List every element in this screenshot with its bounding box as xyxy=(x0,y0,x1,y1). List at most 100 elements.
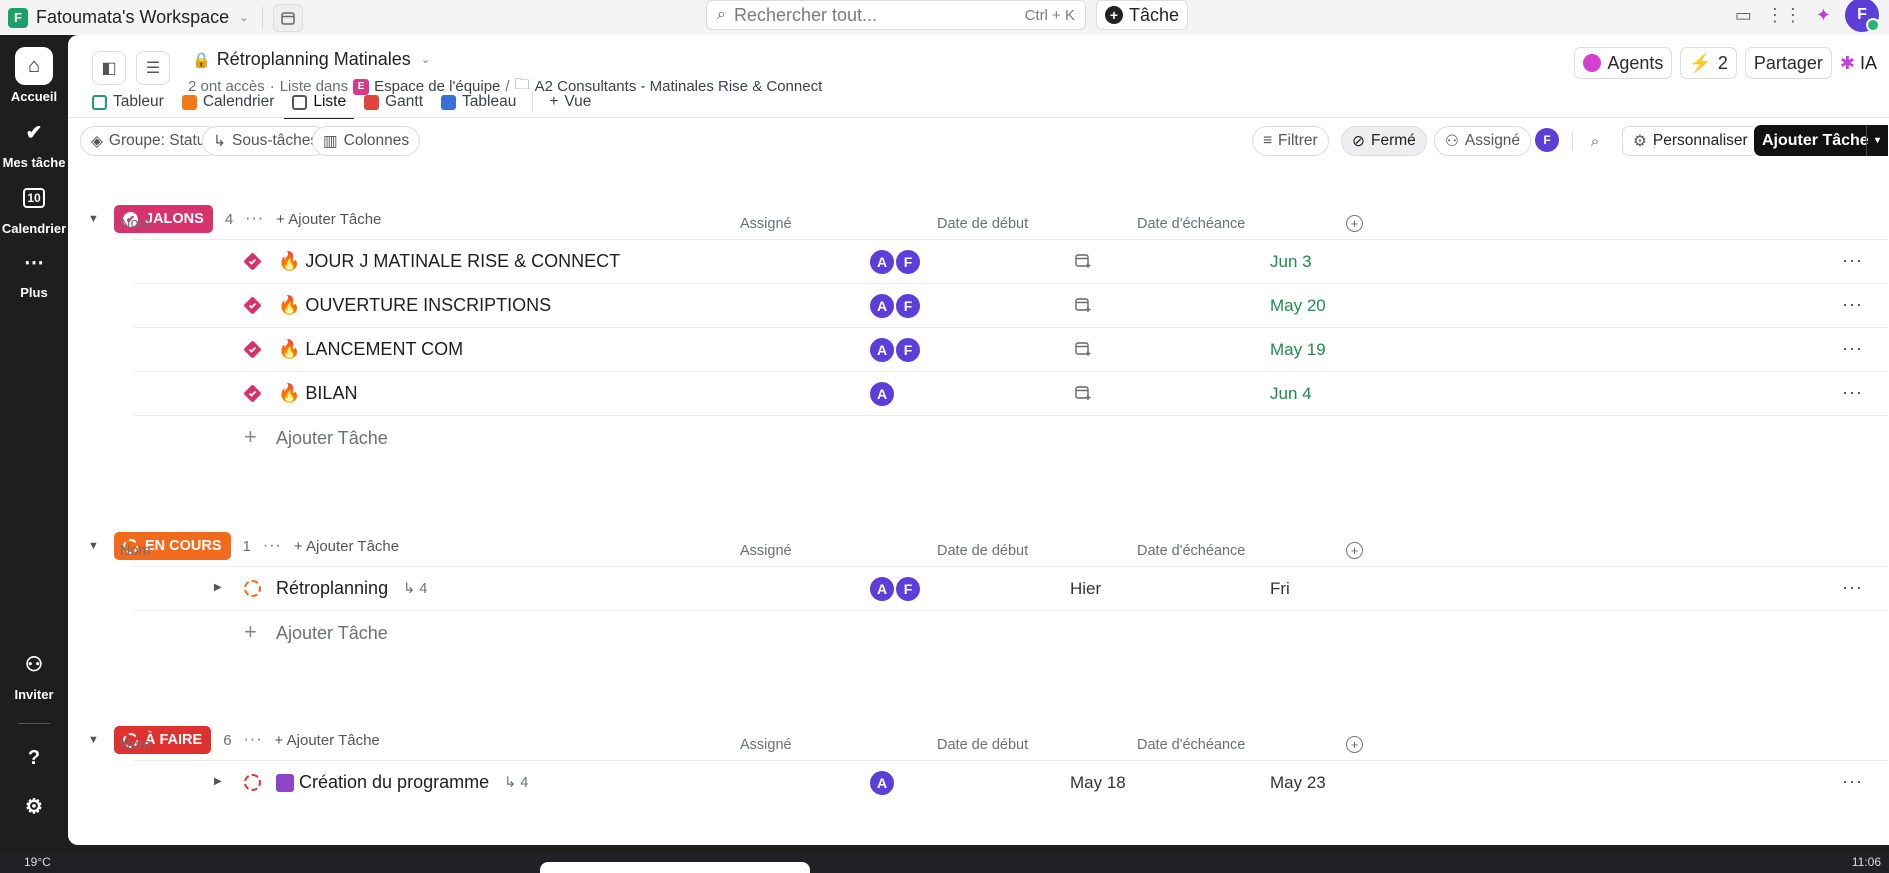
os-search-box[interactable] xyxy=(540,862,810,873)
due-date[interactable]: May 23 xyxy=(1270,773,1326,793)
collapse-caret-icon[interactable]: ▼ xyxy=(88,213,100,225)
weather-text[interactable]: 19°C xyxy=(24,855,51,869)
collapse-caret-icon[interactable]: ▼ xyxy=(88,734,100,746)
workspace-switcher[interactable]: F Fatoumata's Workspace ⌄ xyxy=(0,0,248,35)
milestone-icon[interactable] xyxy=(244,341,261,358)
more-icon[interactable]: ··· xyxy=(1842,250,1863,271)
status-icon[interactable] xyxy=(244,774,261,791)
customize-button[interactable]: ⚙ Personnaliser xyxy=(1622,126,1759,156)
calendar-add-icon[interactable] xyxy=(1074,384,1092,402)
col-name[interactable]: Nom xyxy=(120,737,151,753)
page-title[interactable]: 🔒 Rétroplanning Matinales ⌄ xyxy=(192,49,430,70)
milestone-icon[interactable] xyxy=(244,297,261,314)
user-avatar[interactable]: F xyxy=(1845,0,1880,32)
add-column-icon[interactable]: + xyxy=(1346,542,1363,559)
calendar-add-icon[interactable] xyxy=(1074,252,1092,270)
toggle-sidebar-button[interactable]: ◧ xyxy=(92,51,126,85)
table-row[interactable]: ▶ Rétroplanning ↳ 4 AF Hier Fri ··· xyxy=(134,566,1888,610)
group-by-button[interactable]: ◈ Groupe: Statut xyxy=(80,126,221,156)
more-icon[interactable]: ··· xyxy=(1842,771,1863,792)
col-name[interactable]: Nom xyxy=(120,216,151,232)
col-assignee[interactable]: Assigné xyxy=(740,737,792,753)
calendar-add-icon[interactable] xyxy=(1074,340,1092,358)
search-icon[interactable]: ⌕ xyxy=(1582,128,1608,154)
tab-calendrier[interactable]: Calendrier xyxy=(174,87,283,117)
milestone-icon[interactable] xyxy=(244,253,261,270)
subtasks-button[interactable]: ↳ Sous-tâches xyxy=(202,126,330,156)
add-column-icon[interactable]: + xyxy=(1346,736,1363,753)
add-task-button[interactable]: Ajouter Tâche ▾ xyxy=(1754,125,1888,156)
start-date[interactable]: Hier xyxy=(1070,579,1101,599)
due-date[interactable]: Jun 3 xyxy=(1270,252,1312,272)
assignees[interactable]: AF xyxy=(868,248,922,276)
task-name[interactable]: 🔥 LANCEMENT COM xyxy=(278,339,463,360)
more-icon[interactable]: ··· xyxy=(1842,294,1863,315)
due-date[interactable]: May 19 xyxy=(1270,340,1326,360)
automations-button[interactable]: ⚡ 2 xyxy=(1680,47,1737,79)
rail-item-more[interactable]: ⋯ Plus xyxy=(0,243,68,301)
col-assignee[interactable]: Assigné xyxy=(740,543,792,559)
rail-item-settings[interactable]: ⚙ xyxy=(0,787,68,829)
table-row[interactable]: 🔥 LANCEMENT COM AF May 19 ··· xyxy=(134,327,1888,371)
col-start[interactable]: Date de début xyxy=(937,737,1028,753)
tab-tableur[interactable]: Tableur xyxy=(84,87,172,117)
col-due[interactable]: Date d'échéance xyxy=(1137,543,1245,559)
table-row[interactable]: ▶ Création du programme ↳ 4 A May 18 May … xyxy=(134,760,1888,804)
add-column-icon[interactable]: + xyxy=(1346,215,1363,232)
chevron-down-icon[interactable]: ▾ xyxy=(1866,125,1888,156)
columns-button[interactable]: ▥ Colonnes xyxy=(312,126,421,156)
list-menu-button[interactable]: ☰ xyxy=(136,51,170,85)
rail-item-help[interactable]: ? xyxy=(0,739,68,781)
col-start[interactable]: Date de début xyxy=(937,216,1028,232)
assignees[interactable]: A xyxy=(868,769,896,797)
brain-icon[interactable]: ✦ xyxy=(1816,5,1831,26)
rail-item-calendar[interactable]: 10 Calendrier xyxy=(0,179,68,236)
more-icon[interactable]: ··· xyxy=(1842,577,1863,598)
subtask-count[interactable]: ↳ 4 xyxy=(504,775,528,791)
closed-filter-button[interactable]: ⊘ Fermé xyxy=(1341,126,1427,156)
agents-button[interactable]: Agents xyxy=(1574,47,1673,79)
start-date[interactable]: May 18 xyxy=(1070,773,1126,793)
table-row[interactable]: 🔥 BILAN A Jun 4 ··· xyxy=(134,371,1888,415)
col-start[interactable]: Date de début xyxy=(937,543,1028,559)
assignees[interactable]: AF xyxy=(868,292,922,320)
tab-gantt[interactable]: Gantt xyxy=(356,87,431,117)
calendar-button[interactable] xyxy=(273,3,304,32)
task-name[interactable]: 🔥 BILAN xyxy=(278,383,357,404)
add-task-row[interactable]: + Ajouter Tâche xyxy=(134,610,1888,654)
col-name[interactable]: Nom xyxy=(120,543,151,559)
tab-tableau[interactable]: Tableau xyxy=(433,87,524,117)
status-icon[interactable] xyxy=(244,580,261,597)
assignee-filter-button[interactable]: ⚇ Assigné xyxy=(1434,126,1532,156)
task-name[interactable]: Création du programme ↳ 4 xyxy=(276,772,528,793)
expand-caret-icon[interactable]: ▶ xyxy=(214,776,222,787)
apps-grid-icon[interactable]: ⋮⋮ xyxy=(1766,5,1802,26)
due-date[interactable]: Fri xyxy=(1270,579,1290,599)
expand-caret-icon[interactable]: ▶ xyxy=(214,582,222,593)
clock-text[interactable]: 11:06 xyxy=(1852,855,1881,869)
collapse-caret-icon[interactable]: ▼ xyxy=(88,540,100,552)
more-icon[interactable]: ··· xyxy=(1842,338,1863,359)
search-bar[interactable]: ⌕ Rechercher tout... Ctrl + K xyxy=(706,0,1086,30)
rail-item-my-tasks[interactable]: ✔ Mes tâche xyxy=(0,113,68,171)
rail-item-invite[interactable]: ⚇ Inviter xyxy=(0,645,68,703)
task-name[interactable]: Rétroplanning ↳ 4 xyxy=(276,578,427,599)
assignees[interactable]: AF xyxy=(868,575,922,603)
table-row[interactable]: 🔥 JOUR J MATINALE RISE & CONNECT AF Jun 3… xyxy=(134,239,1888,283)
table-row[interactable]: 🔥 OUVERTURE INSCRIPTIONS AF May 20 ··· xyxy=(134,283,1888,327)
col-assignee[interactable]: Assigné xyxy=(740,216,792,232)
task-name[interactable]: 🔥 JOUR J MATINALE RISE & CONNECT xyxy=(278,251,620,272)
due-date[interactable]: Jun 4 xyxy=(1270,384,1312,404)
more-icon[interactable]: ··· xyxy=(1842,382,1863,403)
video-icon[interactable]: ▭ xyxy=(1735,5,1752,26)
calendar-add-icon[interactable] xyxy=(1074,296,1092,314)
new-task-button[interactable]: + Tâche xyxy=(1096,0,1189,30)
assignee-avatar[interactable]: F xyxy=(1535,128,1559,152)
task-name[interactable]: 🔥 OUVERTURE INSCRIPTIONS xyxy=(278,295,551,316)
assignees[interactable]: AF xyxy=(868,336,922,364)
rail-item-home[interactable]: ⌂ Accueil xyxy=(0,47,68,104)
filter-button[interactable]: ≡ Filtrer xyxy=(1252,126,1329,156)
col-due[interactable]: Date d'échéance xyxy=(1137,737,1245,753)
add-view-button[interactable]: + Vue xyxy=(541,87,599,117)
share-button[interactable]: Partager xyxy=(1744,47,1832,79)
